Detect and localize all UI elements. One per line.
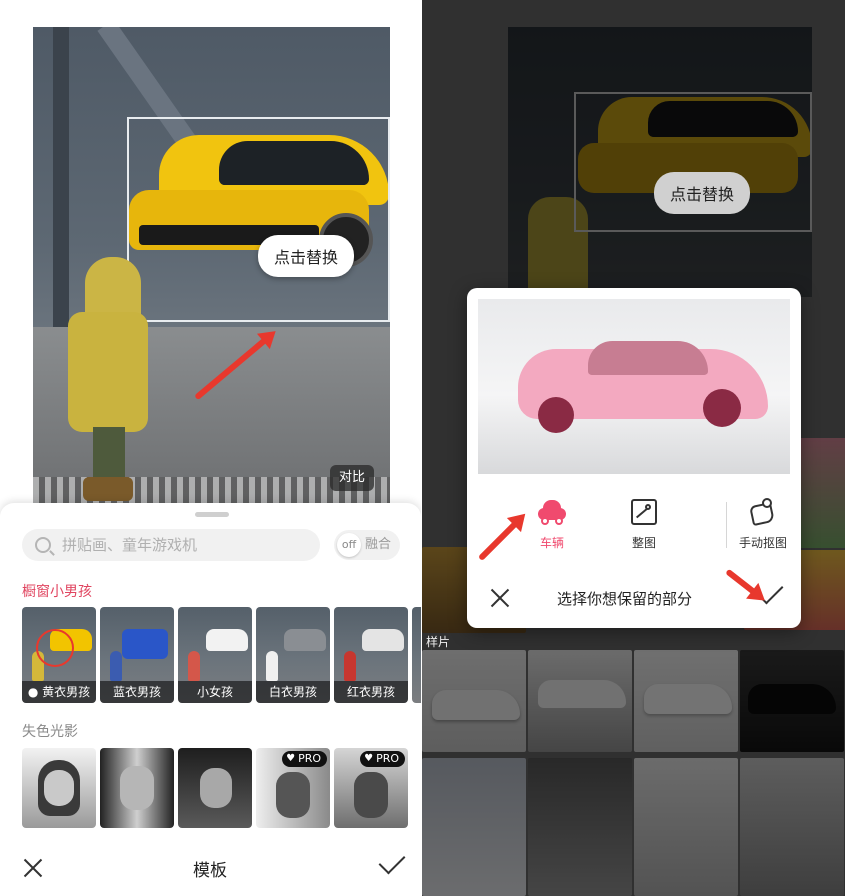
template-row-desaturated: PRO PRO: [22, 748, 421, 828]
car-window: [588, 341, 708, 375]
thumb-kid: [188, 651, 200, 681]
thumb-car: [362, 629, 404, 651]
replace-button[interactable]: 点击替换: [258, 235, 355, 277]
thumb-caption: 白衣男孩: [256, 681, 330, 703]
tool-manual-cutout[interactable]: 手动抠图: [723, 496, 803, 551]
replace-selection-frame[interactable]: [127, 117, 390, 322]
bottom-bar-title: 模板: [193, 861, 227, 881]
template-thumb-red-boy[interactable]: 红衣男孩: [334, 607, 408, 703]
thumb-car: [284, 629, 326, 651]
car-wheel: [538, 397, 574, 433]
confirm-check-icon[interactable]: [378, 847, 406, 875]
section-title-desaturated-light: 失色光影: [22, 724, 78, 740]
dialog-prompt: 选择你想保留的部分: [557, 590, 693, 608]
replace-button: 点击替换: [654, 172, 751, 214]
fuse-toggle-label: 融合: [365, 537, 392, 552]
car-icon: [536, 496, 568, 528]
template-thumb-portrait-1[interactable]: [22, 748, 96, 828]
fuse-toggle-knob: off: [337, 533, 361, 557]
puzzle-icon: [747, 496, 779, 528]
thumb-car: [122, 629, 168, 659]
template-row-window-boy: ● 黄衣男孩 蓝衣男孩 小女孩 白衣男孩 红衣男孩: [22, 607, 421, 703]
thumb-kid: [110, 651, 122, 681]
template-thumb-white-boy[interactable]: 白衣男孩: [256, 607, 330, 703]
image-icon: [628, 496, 660, 528]
template-thumb-yellow-boy[interactable]: ● 黄衣男孩: [22, 607, 96, 703]
keep-part-dialog: 车辆 整图 手动抠图 选择你想保留的部分: [467, 288, 801, 628]
search-input[interactable]: 拼贴画、童年游戏机: [22, 529, 320, 561]
contrast-button[interactable]: 对比: [330, 465, 374, 491]
tool-manual-cutout-label: 手动抠图: [738, 536, 787, 550]
search-icon: [35, 537, 51, 553]
template-thumb-portrait-4[interactable]: PRO: [256, 748, 330, 828]
thumb-kid: [266, 651, 278, 681]
close-icon[interactable]: [22, 857, 44, 879]
template-thumb-portrait-2[interactable]: [100, 748, 174, 828]
thumb-caption: 红衣男孩: [334, 681, 408, 703]
left-editor-screen: 对比 点击替换 拼贴画、童年游戏机 off 融合 橱窗小男孩 ● 黄衣男孩 蓝衣…: [0, 0, 421, 896]
search-placeholder: 拼贴画、童年游戏机: [62, 536, 198, 554]
thumb-kid: [344, 651, 356, 681]
tool-whole-image-label: 整图: [631, 536, 656, 550]
fuse-toggle[interactable]: off 融合: [334, 530, 400, 560]
template-sheet: 拼贴画、童年游戏机 off 融合 橱窗小男孩 ● 黄衣男孩 蓝衣男孩 小女孩 白…: [0, 503, 421, 896]
section-title-window-boy: 橱窗小男孩: [22, 584, 92, 600]
pro-badge: PRO: [282, 751, 327, 767]
template-thumb-portrait-3[interactable]: [178, 748, 252, 828]
close-icon[interactable]: [489, 587, 511, 609]
template-thumb-portrait-5[interactable]: PRO: [334, 748, 408, 828]
template-thumb-more[interactable]: [412, 607, 421, 703]
cutout-preview: [478, 299, 790, 474]
thumb-car: [206, 629, 248, 651]
sheet-drag-handle[interactable]: [195, 512, 229, 517]
tool-whole-image[interactable]: 整图: [604, 496, 684, 551]
kid-figure: [63, 257, 158, 507]
car-wheel: [703, 389, 741, 427]
thumb-caption: ● 黄衣男孩: [22, 681, 96, 703]
right-editor-screen: 点击替换 样片 车辆 整图 手动抠图 选择你想保留的部分: [422, 0, 845, 896]
bottom-toolbar: 模板: [0, 840, 421, 896]
selected-ring: [36, 629, 74, 667]
pro-badge: PRO: [360, 751, 405, 767]
sample-label: 样片: [426, 635, 451, 649]
template-thumb-girl[interactable]: 小女孩: [178, 607, 252, 703]
thumb-caption: 小女孩: [178, 681, 252, 703]
tool-vehicle-label: 车辆: [539, 536, 564, 550]
template-thumb-blue-boy[interactable]: 蓝衣男孩: [100, 607, 174, 703]
thumb-caption: 蓝衣男孩: [100, 681, 174, 703]
